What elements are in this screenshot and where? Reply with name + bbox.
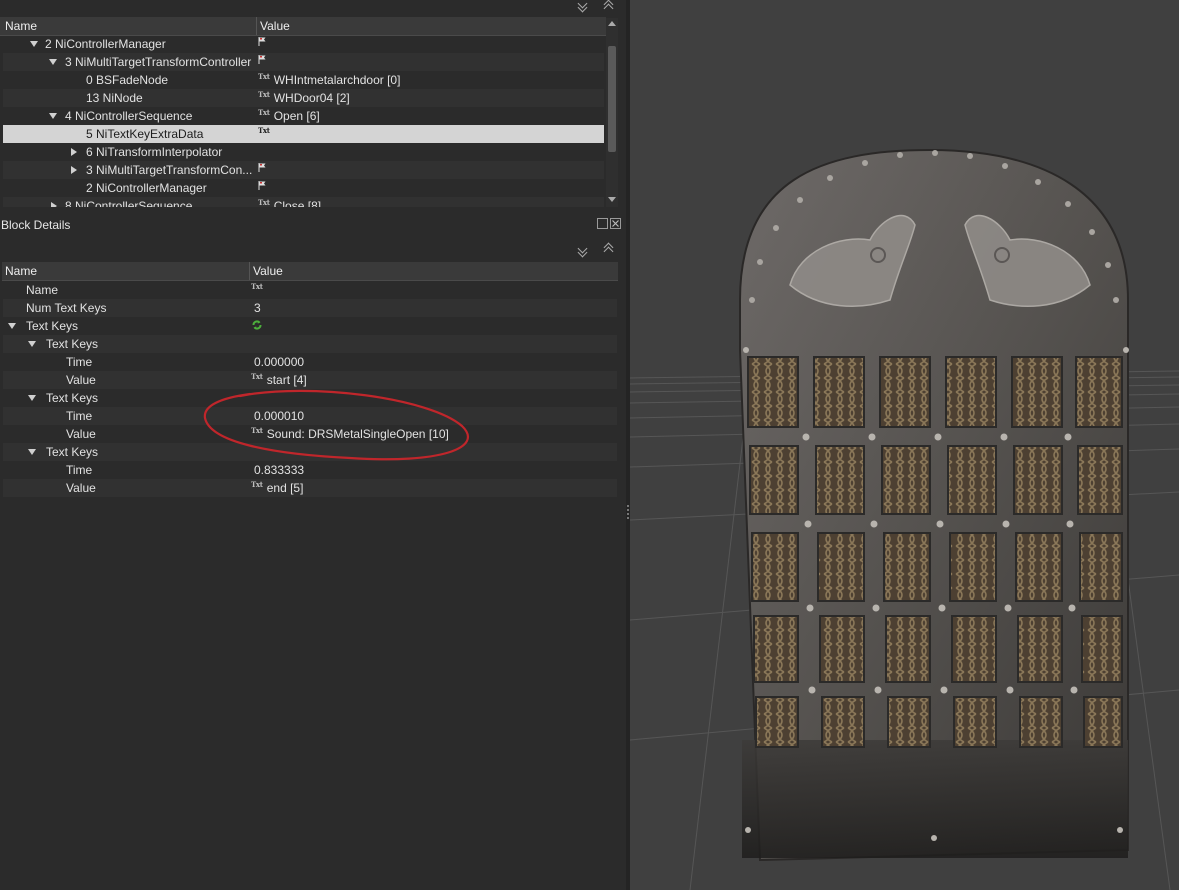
flag-icon bbox=[258, 163, 266, 172]
column-name-header[interactable]: Name bbox=[5, 262, 37, 280]
float-panel-icon[interactable] bbox=[597, 218, 608, 229]
expand-arrow-icon[interactable] bbox=[49, 59, 57, 65]
refresh-icon[interactable] bbox=[251, 319, 263, 331]
block-details-header: Name Value bbox=[2, 262, 618, 281]
flag-icon bbox=[258, 55, 266, 64]
text-type-icon: Txt bbox=[251, 372, 263, 381]
tree-row[interactable]: 13 NiNode Txt WHDoor04 [2] bbox=[3, 89, 604, 107]
close-panel-icon[interactable] bbox=[610, 218, 621, 229]
tree-row[interactable]: 2 NiControllerManager bbox=[3, 179, 604, 197]
3d-viewport[interactable] bbox=[630, 0, 1179, 890]
block-details-title: Block Details bbox=[1, 218, 71, 232]
column-value-header[interactable]: Value bbox=[253, 262, 283, 280]
detail-row[interactable]: Num Text Keys 3 bbox=[3, 299, 617, 317]
flag-icon bbox=[258, 181, 266, 190]
detail-row[interactable]: Text Keys bbox=[3, 317, 617, 335]
detail-row[interactable]: Value Txt end [5] bbox=[3, 479, 617, 497]
expand-arrow-icon[interactable] bbox=[28, 341, 36, 347]
tree-row[interactable]: 6 NiTransformInterpolator bbox=[3, 143, 604, 161]
tree-row[interactable]: 8 NiControllerSequence Txt Close [8] bbox=[3, 197, 604, 207]
detail-row[interactable]: Text Keys bbox=[3, 335, 617, 353]
expand-arrow-icon[interactable] bbox=[49, 113, 57, 119]
tree-row[interactable]: 0 BSFadeNode Txt WHIntmetalarchdoor [0] bbox=[3, 71, 604, 89]
expand-arrow-icon[interactable] bbox=[30, 41, 38, 47]
expand-arrow-icon[interactable] bbox=[28, 395, 36, 401]
block-list-header: Name Value bbox=[0, 17, 606, 36]
block-list-scrollbar[interactable] bbox=[606, 18, 618, 207]
detail-row[interactable]: Name Txt bbox=[3, 281, 617, 299]
text-type-icon: Txt bbox=[258, 108, 270, 117]
text-type-icon: Txt bbox=[258, 198, 270, 207]
scroll-up-icon[interactable] bbox=[608, 21, 616, 26]
collapsed-arrow-icon[interactable] bbox=[51, 202, 57, 207]
expand-all-icon[interactable] bbox=[603, 242, 615, 252]
tree-row[interactable]: 3 NiMultiTargetTransformController bbox=[3, 53, 604, 71]
flag-icon bbox=[258, 37, 266, 46]
column-name-header[interactable]: Name bbox=[5, 17, 37, 35]
tree-row-selected[interactable]: 5 NiTextKeyExtraData Txt bbox=[3, 125, 604, 143]
text-type-icon: Txt bbox=[258, 126, 270, 135]
scroll-down-icon[interactable] bbox=[608, 197, 616, 202]
expand-arrow-icon[interactable] bbox=[8, 323, 16, 329]
text-type-icon: Txt bbox=[258, 90, 270, 99]
tree-row[interactable]: 2 NiControllerManager bbox=[3, 35, 604, 53]
collapse-all-icon[interactable] bbox=[577, 247, 589, 257]
text-type-icon: Txt bbox=[258, 72, 270, 81]
door-render bbox=[630, 148, 1179, 890]
tree-row[interactable]: 4 NiControllerSequence Txt Open [6] bbox=[3, 107, 604, 125]
collapsed-arrow-icon[interactable] bbox=[71, 166, 77, 174]
collapse-all-icon[interactable] bbox=[577, 2, 589, 12]
column-value-header[interactable]: Value bbox=[260, 17, 290, 35]
tree-row[interactable]: 3 NiMultiTargetTransformCon... bbox=[3, 161, 604, 179]
collapsed-arrow-icon[interactable] bbox=[71, 148, 77, 156]
left-panel: Name Value 2 NiControllerManager 3 NiMul… bbox=[0, 0, 626, 890]
scroll-thumb[interactable] bbox=[608, 46, 616, 152]
text-type-icon: Txt bbox=[251, 480, 263, 489]
red-annotation-ellipse bbox=[203, 389, 469, 461]
expand-all-icon[interactable] bbox=[603, 0, 615, 9]
detail-row[interactable]: Value Txt start [4] bbox=[3, 371, 617, 389]
detail-row[interactable]: Time 0.000000 bbox=[3, 353, 617, 371]
text-type-icon: Txt bbox=[251, 282, 263, 291]
expand-arrow-icon[interactable] bbox=[28, 449, 36, 455]
